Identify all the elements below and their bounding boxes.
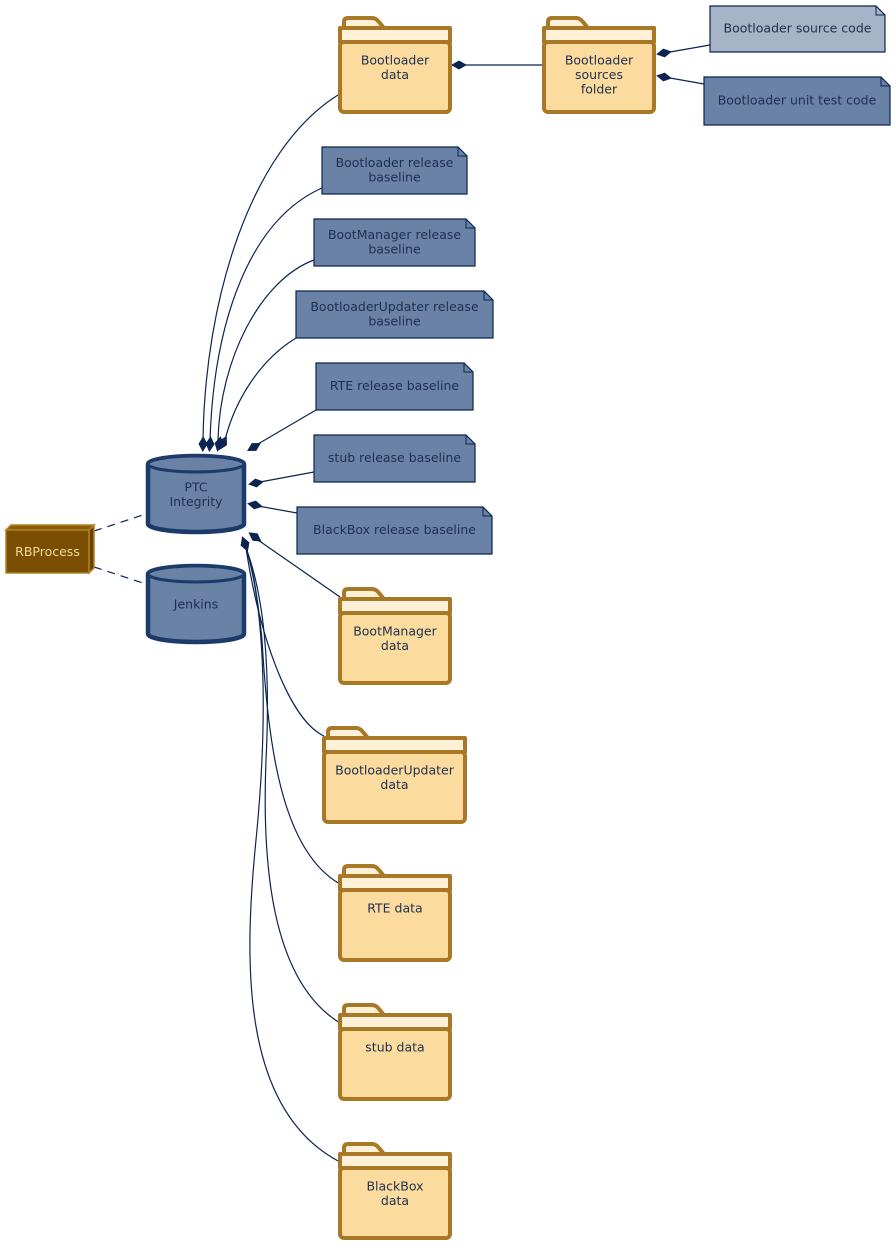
composition-diamond-icon [247, 500, 263, 510]
rte-release-baseline-label: RTE release baseline [330, 378, 460, 393]
rte-data[interactable]: RTE data [338, 864, 452, 962]
edge-ptc-integrity-to-blackbox-release-baseline [247, 500, 298, 514]
bootmanager-release-baseline-label: baseline [368, 241, 421, 256]
nodes-layer: RBProcessPTCIntegrityJenkinsBootloaderda… [4, 5, 891, 1240]
bootloader-data-label: Bootloader [361, 53, 430, 68]
stub-release-baseline-label: stub release baseline [328, 450, 461, 465]
stub-release-baseline[interactable]: stub release baseline [313, 434, 476, 483]
edge-ptc-integrity-to-bootloaderupdater-release-baseline [219, 337, 297, 451]
bootloaderupdater-release-baseline-label: baseline [368, 313, 421, 328]
rte-data-label: RTE data [367, 901, 422, 916]
composition-line [224, 337, 297, 441]
composition-diamond-icon [205, 436, 215, 452]
bootloader-release-baseline-label: baseline [368, 169, 421, 184]
bootloader-sources-folder-label: Bootloader [565, 53, 634, 68]
rte-release-baseline[interactable]: RTE release baseline [315, 362, 474, 411]
edge-ptc-integrity-to-bootmanager-release-baseline [214, 259, 315, 452]
ptc-integrity-label: Integrity [169, 494, 223, 509]
composition-line [669, 44, 711, 53]
bootloader-data-label: data [381, 67, 409, 82]
composition-line [245, 547, 341, 1163]
edge-bootloader-sources-folder-to-bootloader-source-code [656, 44, 711, 58]
bootmanager-data-label: data [381, 638, 409, 653]
folder-tab-strip [338, 874, 452, 892]
composition-diamond-icon [240, 536, 250, 552]
dependency-line [93, 513, 147, 532]
folder-tab-strip [338, 597, 452, 615]
bootmanager-data-label: BootManager [353, 624, 437, 639]
stub-data-label: stub data [365, 1040, 424, 1055]
jenkins[interactable]: Jenkins [145, 563, 247, 645]
blackbox-data-label: data [381, 1193, 409, 1208]
stub-data[interactable]: stub data [338, 1003, 452, 1101]
database-top [146, 454, 246, 474]
composition-line [245, 547, 341, 885]
blackbox-data-label: BlackBox [366, 1179, 423, 1194]
jenkins-label: Jenkins [173, 597, 218, 612]
folder-tab-strip [542, 26, 656, 44]
edge-rbprocess-to-ptc-integrity [93, 513, 147, 532]
deployment-diagram: RBProcessPTCIntegrityJenkinsBootloaderda… [4, 5, 891, 1240]
bootloader-release-baseline[interactable]: Bootloader releasebaseline [321, 146, 468, 195]
bootloaderupdater-data[interactable]: BootloaderUpdaterdata [322, 726, 467, 824]
bootloader-data[interactable]: Bootloaderdata [338, 16, 452, 114]
bootloader-release-baseline-label: Bootloader release [336, 155, 454, 170]
rbprocess-label: RBProcess [15, 544, 80, 559]
edge-ptc-integrity-to-rte-release-baseline [247, 409, 317, 451]
bootloaderupdater-release-baseline[interactable]: BootloaderUpdater releasebaseline [295, 290, 494, 339]
blackbox-release-baseline[interactable]: BlackBox release baseline [296, 506, 493, 555]
bootloader-sources-folder[interactable]: Bootloadersourcesfolder [542, 16, 656, 114]
bootloaderupdater-data-label: data [380, 777, 408, 792]
bootmanager-data[interactable]: BootManagerdata [338, 587, 452, 685]
bootmanager-release-baseline-label: BootManager release [328, 227, 461, 242]
bootmanager-release-baseline[interactable]: BootManager releasebaseline [313, 218, 476, 267]
composition-line [259, 471, 315, 483]
composition-diamond-icon [656, 48, 672, 58]
bootloader-sources-folder-label: folder [581, 82, 618, 97]
blackbox-release-baseline-label: BlackBox release baseline [313, 522, 476, 537]
database-top [146, 564, 246, 584]
blackbox-data[interactable]: BlackBoxdata [338, 1142, 452, 1240]
composition-diamond-icon [451, 60, 467, 70]
bootloaderupdater-data-label: BootloaderUpdater [335, 763, 455, 778]
ptc-integrity[interactable]: PTCIntegrity [145, 453, 247, 535]
composition-line [217, 259, 315, 441]
bootloader-unit-test-code-label: Bootloader unit test code [718, 93, 877, 108]
folder-tab-strip [338, 1013, 452, 1031]
edge-ptc-integrity-to-blackbox-data [240, 536, 341, 1163]
folder-tab-strip [338, 1152, 452, 1170]
composition-line [669, 77, 705, 85]
dependency-line [93, 566, 147, 585]
edge-ptc-integrity-to-stub-release-baseline [248, 471, 315, 488]
folder-tab-strip [322, 736, 467, 754]
composition-diamond-icon [248, 478, 264, 488]
ptc-integrity-label: PTC [184, 479, 207, 494]
composition-line [257, 409, 317, 445]
bootloader-source-code-label: Bootloader source code [724, 21, 872, 36]
edge-rbprocess-to-jenkins [93, 566, 147, 585]
edge-bootloader-sources-folder-to-bootloader-unit-test-code [656, 72, 705, 85]
rbprocess[interactable]: RBProcess [4, 523, 96, 575]
composition-line [245, 547, 325, 737]
edge-bootloader-data-to-bootloader-sources-folder [451, 60, 544, 70]
composition-diamond-icon [247, 443, 261, 451]
composition-diamond-icon [656, 72, 672, 82]
bootloader-source-code[interactable]: Bootloader source code [709, 5, 886, 53]
bootloaderupdater-release-baseline-label: BootloaderUpdater release [310, 299, 479, 314]
folder-tab-strip [338, 26, 452, 44]
bootloader-unit-test-code[interactable]: Bootloader unit test code [703, 76, 891, 126]
composition-line [257, 505, 298, 514]
bootloader-sources-folder-label: sources [575, 67, 623, 82]
